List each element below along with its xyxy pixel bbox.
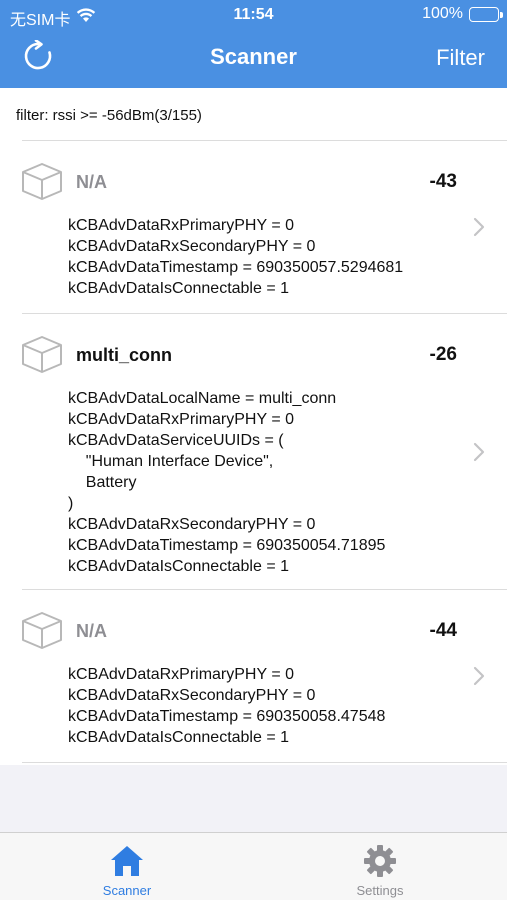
gear-icon: [364, 845, 396, 877]
tab-scanner[interactable]: Scanner: [47, 833, 207, 900]
device-row[interactable]: multi_conn -26 kCBAdvDataLocalName = mul…: [0, 314, 507, 589]
chevron-right-icon: [473, 666, 485, 686]
advertisement-data: kCBAdvDataLocalName = multi_conn kCBAdvD…: [68, 390, 386, 575]
tab-bar: Scanner Settings: [0, 832, 507, 900]
device-rssi: -43: [429, 171, 457, 192]
divider: [22, 762, 507, 763]
device-name: multi_conn: [76, 345, 173, 365]
device-rssi: -44: [429, 620, 457, 641]
page-title: Scanner: [210, 44, 297, 69]
device-row[interactable]: N/A -44 kCBAdvDataRxPrimaryPHY = 0 kCBAd…: [0, 590, 507, 762]
battery-percent: 100%: [422, 5, 463, 22]
cube-icon: [22, 612, 62, 649]
battery-icon: [469, 6, 503, 22]
device-list: filter: rssi >= -56dBm(3/155) N/A -43 kC…: [0, 88, 507, 765]
chevron-right-icon: [473, 217, 485, 237]
advertisement-data: kCBAdvDataRxPrimaryPHY = 0 kCBAdvDataRxS…: [68, 217, 404, 297]
device-name: N/A: [76, 172, 107, 192]
home-icon: [111, 846, 143, 876]
advertisement-data: kCBAdvDataRxPrimaryPHY = 0 kCBAdvDataRxS…: [68, 666, 386, 746]
battery-nub: [500, 11, 503, 18]
chevron-right-icon: [473, 442, 485, 462]
filter-summary: filter: rssi >= -56dBm(3/155): [16, 107, 202, 124]
cube-icon: [22, 163, 62, 200]
tab-settings[interactable]: Settings: [300, 833, 460, 900]
tab-label: Scanner: [102, 883, 152, 898]
status-bar: 无SIM卡 11:54 100%: [0, 0, 507, 30]
cube-icon: [22, 336, 62, 373]
navigation-header: 无SIM卡 11:54 100% Scanner Filter: [0, 0, 507, 88]
device-rssi: -26: [429, 344, 457, 365]
filter-button[interactable]: Filter: [436, 45, 485, 71]
device-name: N/A: [76, 621, 107, 641]
tab-label: Settings: [356, 883, 404, 898]
device-row[interactable]: N/A -43 kCBAdvDataRxPrimaryPHY = 0 kCBAd…: [0, 141, 507, 313]
status-right: 100%: [422, 5, 503, 23]
